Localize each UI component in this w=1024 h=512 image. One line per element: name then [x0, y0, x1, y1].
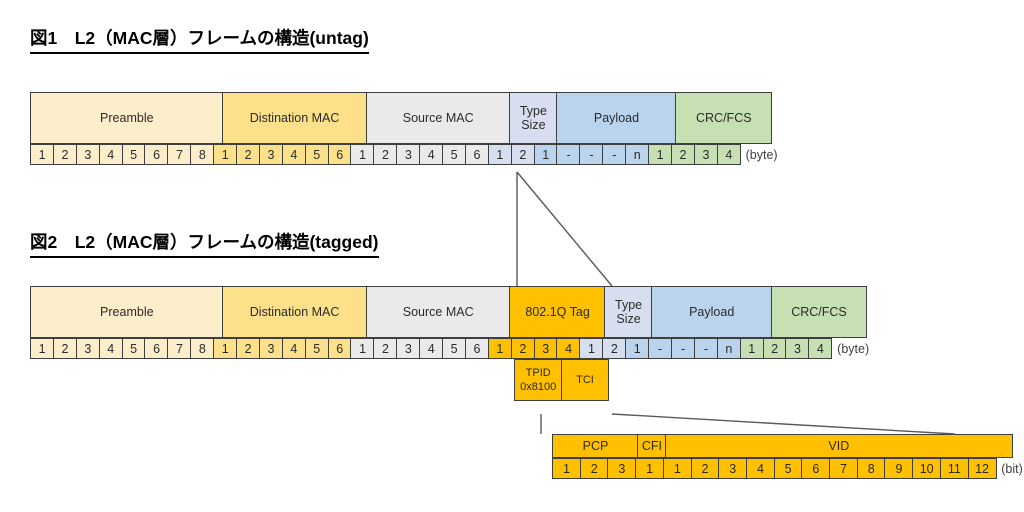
connector-line-tci-right — [611, 413, 956, 435]
connector-lines — [516, 171, 956, 435]
connector-line-tag-right — [516, 171, 613, 287]
